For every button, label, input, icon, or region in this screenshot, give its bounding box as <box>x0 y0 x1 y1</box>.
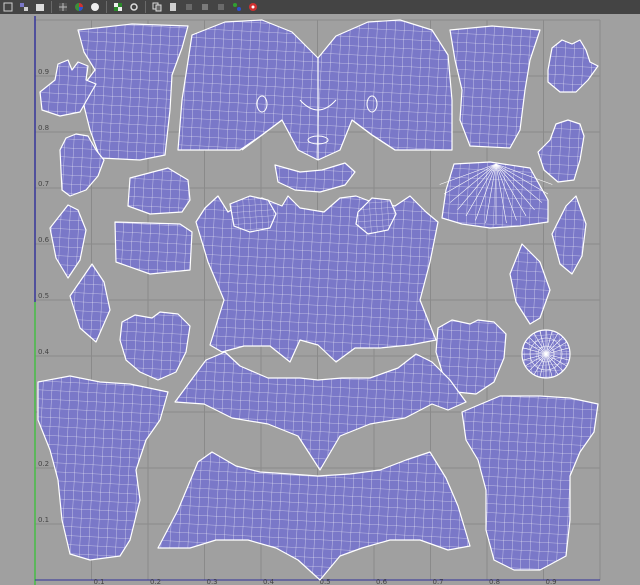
v-tick-label: 0.5 <box>38 292 49 300</box>
v-tick-label: 0.9 <box>38 68 49 76</box>
v-tick-label: 0.2 <box>38 460 49 468</box>
paste-icon <box>170 3 176 11</box>
image-icon <box>36 4 44 11</box>
u-tick-label: 0.2 <box>150 578 161 585</box>
uv-snapshot-button[interactable] <box>2 1 14 13</box>
scale-icon <box>218 4 224 10</box>
texture-borders-button[interactable] <box>89 1 101 13</box>
u-tick-label: 0.4 <box>263 578 275 585</box>
uv-toggle-icon <box>20 3 28 11</box>
copy-icon <box>152 2 162 12</box>
uv-shell-shoulder-right[interactable] <box>449 25 541 149</box>
grid-icon <box>59 3 67 11</box>
rotate-tool-button[interactable] <box>199 1 211 13</box>
uv-shell-shin-left-top[interactable] <box>49 204 87 279</box>
uv-shell-knee-left[interactable] <box>119 311 191 381</box>
toolbar-divider <box>51 1 52 13</box>
move-icon <box>186 4 192 10</box>
toolbar-divider <box>145 1 146 13</box>
uv-toolbar <box>0 0 640 14</box>
v-tick-label: 0.8 <box>38 124 49 132</box>
uv-toggle-button[interactable] <box>18 1 30 13</box>
shade-uv-button[interactable] <box>73 1 85 13</box>
checker-icon <box>114 3 122 11</box>
u-tick-label: 0.9 <box>546 578 557 585</box>
uv-canvas[interactable]: 0.90.80.70.60.50.40.30.20.1 0.10.20.30.4… <box>0 14 640 585</box>
settings-icon <box>249 3 257 11</box>
uv-shell-leg-right[interactable] <box>461 395 599 571</box>
v-tick-labels: 0.90.80.70.60.50.40.30.20.1 <box>38 68 50 524</box>
v-tick-label: 0.1 <box>38 516 49 524</box>
uv-shell-hand-right-top[interactable] <box>547 39 599 93</box>
uv-shell-torso[interactable] <box>195 195 439 363</box>
uv-shell-boot-left[interactable] <box>229 195 277 233</box>
u-tick-label: 0.1 <box>94 578 105 585</box>
uv-shell-belt-left[interactable] <box>114 221 193 275</box>
u-tick-label: 0.8 <box>489 578 500 585</box>
uv-shell-shin-right-top[interactable] <box>551 195 587 275</box>
v-tick-label: 0.6 <box>38 236 50 244</box>
distortion-button[interactable] <box>112 1 124 13</box>
color-wheel-icon <box>75 3 83 11</box>
rotate-icon <box>202 4 208 10</box>
uv-snapshot-icon <box>3 2 13 12</box>
copy-uv-button[interactable] <box>151 1 163 13</box>
settings-button[interactable] <box>247 1 259 13</box>
uv-editor-viewport[interactable]: 0.90.80.70.60.50.40.30.20.1 0.10.20.30.4… <box>0 14 640 585</box>
v-tick-label: 0.4 <box>38 348 50 356</box>
isolate-button[interactable] <box>128 1 140 13</box>
dome-radial-lines <box>522 330 570 378</box>
v-tick-label: 0.7 <box>38 180 49 188</box>
image-display-button[interactable] <box>34 1 46 13</box>
uv-shell-cape-upper[interactable] <box>174 351 467 471</box>
u-tick-label: 0.7 <box>433 578 444 585</box>
u-tick-label: 0.6 <box>376 578 388 585</box>
sphere-icon <box>91 3 99 11</box>
uv-shell-wrist-left[interactable] <box>127 167 191 215</box>
u-tick-label: 0.3 <box>207 578 218 585</box>
uv-shell-shin-left-bottom[interactable] <box>69 263 111 343</box>
grid-toggle-button[interactable] <box>57 1 69 13</box>
uv-shell-hood-center[interactable] <box>177 19 453 161</box>
snap-button[interactable] <box>231 1 243 13</box>
scale-tool-button[interactable] <box>215 1 227 13</box>
uv-shell-shoulder-left[interactable] <box>77 23 189 161</box>
move-tool-button[interactable] <box>183 1 195 13</box>
snap-icon <box>233 3 241 11</box>
uv-shell-hand-right-bottom[interactable] <box>537 119 585 183</box>
isolate-icon <box>130 3 138 11</box>
uv-shell-fan-right[interactable] <box>441 161 549 229</box>
toolbar-divider <box>106 1 107 13</box>
paste-uv-button[interactable] <box>167 1 179 13</box>
